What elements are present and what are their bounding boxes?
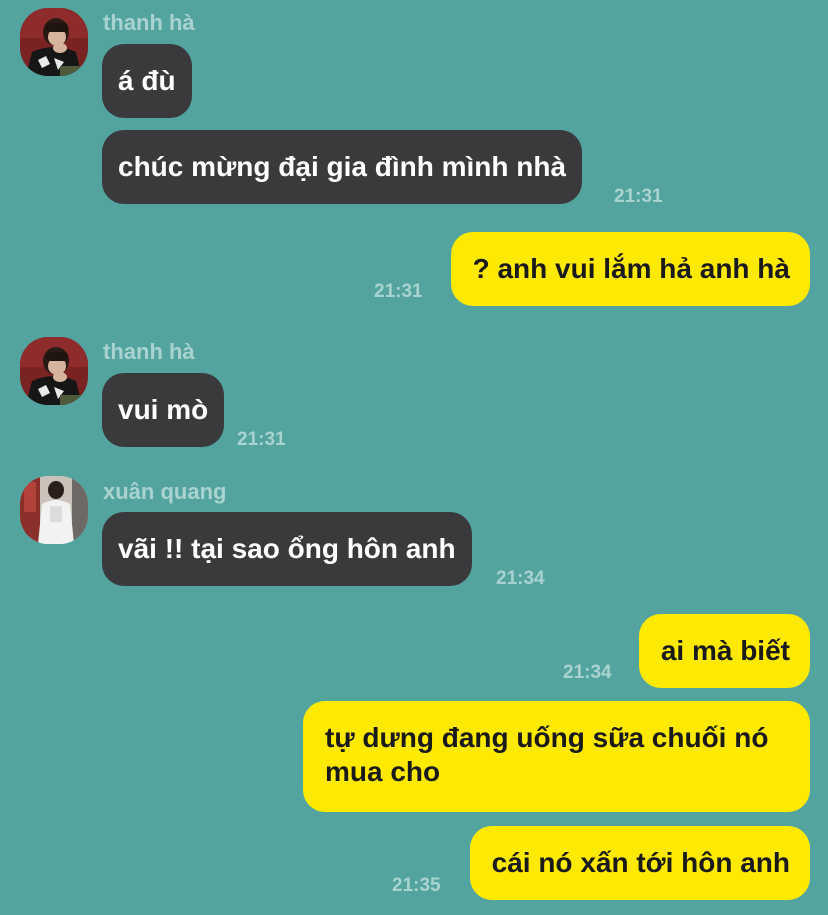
message-bubble-outgoing[interactable]: cái nó xấn tới hôn anh — [469, 826, 810, 900]
message-bubble-incoming[interactable]: vui mò — [102, 373, 225, 447]
message-timestamp: 21:31 — [374, 281, 423, 302]
message-bubble-incoming[interactable]: chúc mừng đại gia đình mình nhà — [102, 130, 583, 204]
avatar-thanh-ha[interactable] — [20, 337, 88, 405]
message-bubble-incoming[interactable]: á đù — [102, 44, 192, 118]
avatar-photo-thanh-ha — [20, 337, 88, 405]
message-bubble-outgoing[interactable]: tự dưng đang uống sữa chuối nó mua cho — [303, 701, 810, 812]
message-bubble-outgoing[interactable]: ? anh vui lắm hả anh hà — [450, 232, 810, 306]
avatar-photo-thanh-ha — [20, 8, 88, 76]
sender-name: thanh hà — [103, 339, 195, 364]
message-timestamp: 21:31 — [614, 186, 663, 207]
message-timestamp: 21:34 — [563, 662, 612, 683]
message-timestamp: 21:35 — [392, 875, 441, 896]
avatar-xuan-quang[interactable] — [20, 476, 88, 544]
avatar-photo-xuan-quang — [20, 476, 88, 544]
message-timestamp: 21:34 — [496, 568, 545, 589]
message-timestamp: 21:31 — [237, 429, 286, 450]
avatar-thanh-ha[interactable] — [20, 8, 88, 76]
sender-name: xuân quang — [103, 479, 227, 504]
message-bubble-outgoing[interactable]: ai mà biết — [638, 614, 810, 688]
sender-name: thanh hà — [103, 10, 195, 35]
message-bubble-incoming[interactable]: vãi !! tại sao ổng hôn anh — [102, 512, 472, 586]
